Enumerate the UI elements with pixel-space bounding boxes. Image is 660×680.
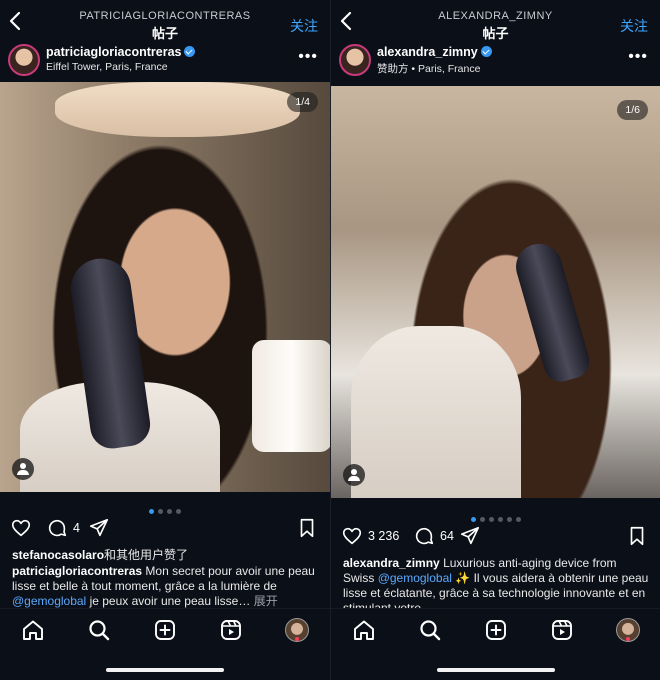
plus-square-icon (155, 620, 175, 640)
heart-icon (11, 519, 31, 537)
photo-counter: 1/6 (617, 100, 648, 120)
carousel-dot (479, 517, 485, 522)
photo-clothing (351, 326, 521, 498)
nav-search[interactable] (418, 618, 442, 642)
carousel-dot (497, 517, 503, 522)
nav-home[interactable] (352, 618, 376, 642)
comment-button[interactable]: 4 (46, 516, 80, 540)
save-button[interactable] (296, 516, 318, 540)
plus-square-icon (486, 620, 506, 640)
comment-icon (48, 519, 67, 537)
post-location[interactable]: Eiffel Tower, Paris, France (46, 61, 168, 73)
home-indicator (436, 668, 555, 672)
photo-counter: 1/4 (287, 92, 318, 112)
mention-link[interactable]: @gemoglobal (12, 594, 86, 608)
verified-badge-icon (480, 46, 492, 57)
user-tag-icon[interactable] (12, 458, 34, 480)
post-author: patriciagloriacontreras Eiffel Tower, Pa… (0, 44, 330, 80)
paper-plane-icon (460, 526, 480, 545)
bottom-nav (331, 608, 660, 680)
comment-count: 4 (73, 521, 80, 535)
post-pane-left: PATRICIAGLORIACONTRERAS 帖子 关注 patriciagl… (0, 0, 330, 680)
carousel-dot (149, 509, 154, 514)
liked-by-suffix: 和其他用户赞了 (104, 548, 189, 562)
user-tag-icon[interactable] (343, 464, 365, 486)
like-button[interactable]: 3 236 (341, 524, 399, 548)
reels-icon (221, 620, 241, 640)
comment-icon (415, 527, 434, 545)
more-options-icon[interactable]: ••• (628, 48, 648, 66)
search-icon (420, 620, 441, 641)
caption-text-2: je peux avoir une peau lisse… (89, 594, 251, 608)
avatar[interactable] (339, 44, 371, 76)
bookmark-icon (300, 518, 314, 538)
more-options-icon[interactable]: ••• (298, 48, 318, 66)
notification-dot (626, 637, 630, 641)
cream-jar (252, 340, 330, 452)
nav-search[interactable] (87, 618, 111, 642)
bookmark-icon (630, 526, 644, 546)
post-photo[interactable]: 1/4 (0, 82, 330, 492)
comment-button[interactable]: 64 (413, 524, 454, 548)
carousel-dot (158, 509, 163, 514)
author-name[interactable]: patriciagloriacontreras (46, 45, 181, 59)
comment-count: 64 (440, 529, 454, 543)
home-icon (354, 620, 374, 640)
save-button[interactable] (626, 524, 648, 548)
author-name[interactable]: alexandra_zimny (377, 45, 478, 59)
post-author: alexandra_zimny 赞助方 • Paris, France ••• (331, 44, 660, 80)
sleep-mask (55, 82, 300, 137)
header-username: ALEXANDRA_ZIMNY (438, 10, 553, 22)
follow-button[interactable]: 关注 (620, 16, 648, 36)
like-button[interactable] (10, 516, 32, 540)
like-count: 3 236 (368, 529, 400, 543)
avatar[interactable] (8, 44, 40, 76)
notification-dot (295, 637, 299, 641)
mention-link[interactable]: @gemoglobal (378, 571, 452, 585)
caption-user[interactable]: patriciagloriacontreras (12, 564, 142, 578)
post-photo[interactable]: 1/6 (331, 86, 660, 498)
sparkles-emoji: ✨ (455, 571, 471, 585)
liked-by-user[interactable]: stefanocasolaro (12, 548, 104, 562)
page-title: 帖子 (151, 26, 178, 41)
author-name-row[interactable]: alexandra_zimny (377, 45, 492, 59)
home-indicator (106, 668, 224, 672)
post-actions: 4 (0, 516, 330, 544)
author-name-row[interactable]: patriciagloriacontreras (46, 45, 196, 59)
nav-create[interactable] (153, 618, 177, 642)
page-title: 帖子 (482, 26, 509, 41)
share-button[interactable] (88, 516, 110, 540)
post-pane-right: ALEXANDRA_ZIMNY 帖子 关注 alexandra_zimny 赞助… (330, 0, 660, 680)
liked-by[interactable]: stefanocasolaro和其他用户赞了 (12, 548, 320, 563)
reels-icon (552, 620, 572, 640)
carousel-dot (176, 509, 181, 514)
post-location[interactable]: 赞助方 • Paris, France (377, 61, 480, 76)
carousel-dot (515, 517, 521, 522)
heart-icon (342, 527, 362, 545)
beauty-device (510, 238, 594, 386)
nav-reels[interactable] (550, 618, 574, 642)
paper-plane-icon (89, 518, 109, 537)
post-header: ALEXANDRA_ZIMNY 帖子 关注 (331, 0, 660, 42)
carousel-dot (470, 517, 476, 522)
verified-badge-icon (184, 46, 196, 57)
follow-button[interactable]: 关注 (290, 16, 318, 36)
post-actions: 3 236 64 (331, 524, 660, 552)
carousel-dot (167, 509, 172, 514)
caption-user[interactable]: alexandra_zimny (343, 556, 440, 570)
share-button[interactable] (459, 524, 481, 548)
carousel-dot (488, 517, 494, 522)
post-caption: patriciagloriacontreras Mon secret pour … (12, 564, 320, 609)
nav-home[interactable] (21, 618, 45, 642)
home-icon (23, 620, 43, 640)
nav-create[interactable] (484, 618, 508, 642)
bottom-nav (0, 608, 330, 680)
expand-caption-link[interactable]: 展开 (254, 594, 278, 608)
search-icon (89, 620, 110, 641)
header-username: PATRICIAGLORIACONTRERAS (79, 10, 251, 22)
carousel-dot (506, 517, 512, 522)
nav-reels[interactable] (219, 618, 243, 642)
post-caption: alexandra_zimny Luxurious anti-aging dev… (343, 556, 650, 616)
post-header: PATRICIAGLORIACONTRERAS 帖子 关注 (0, 0, 330, 42)
